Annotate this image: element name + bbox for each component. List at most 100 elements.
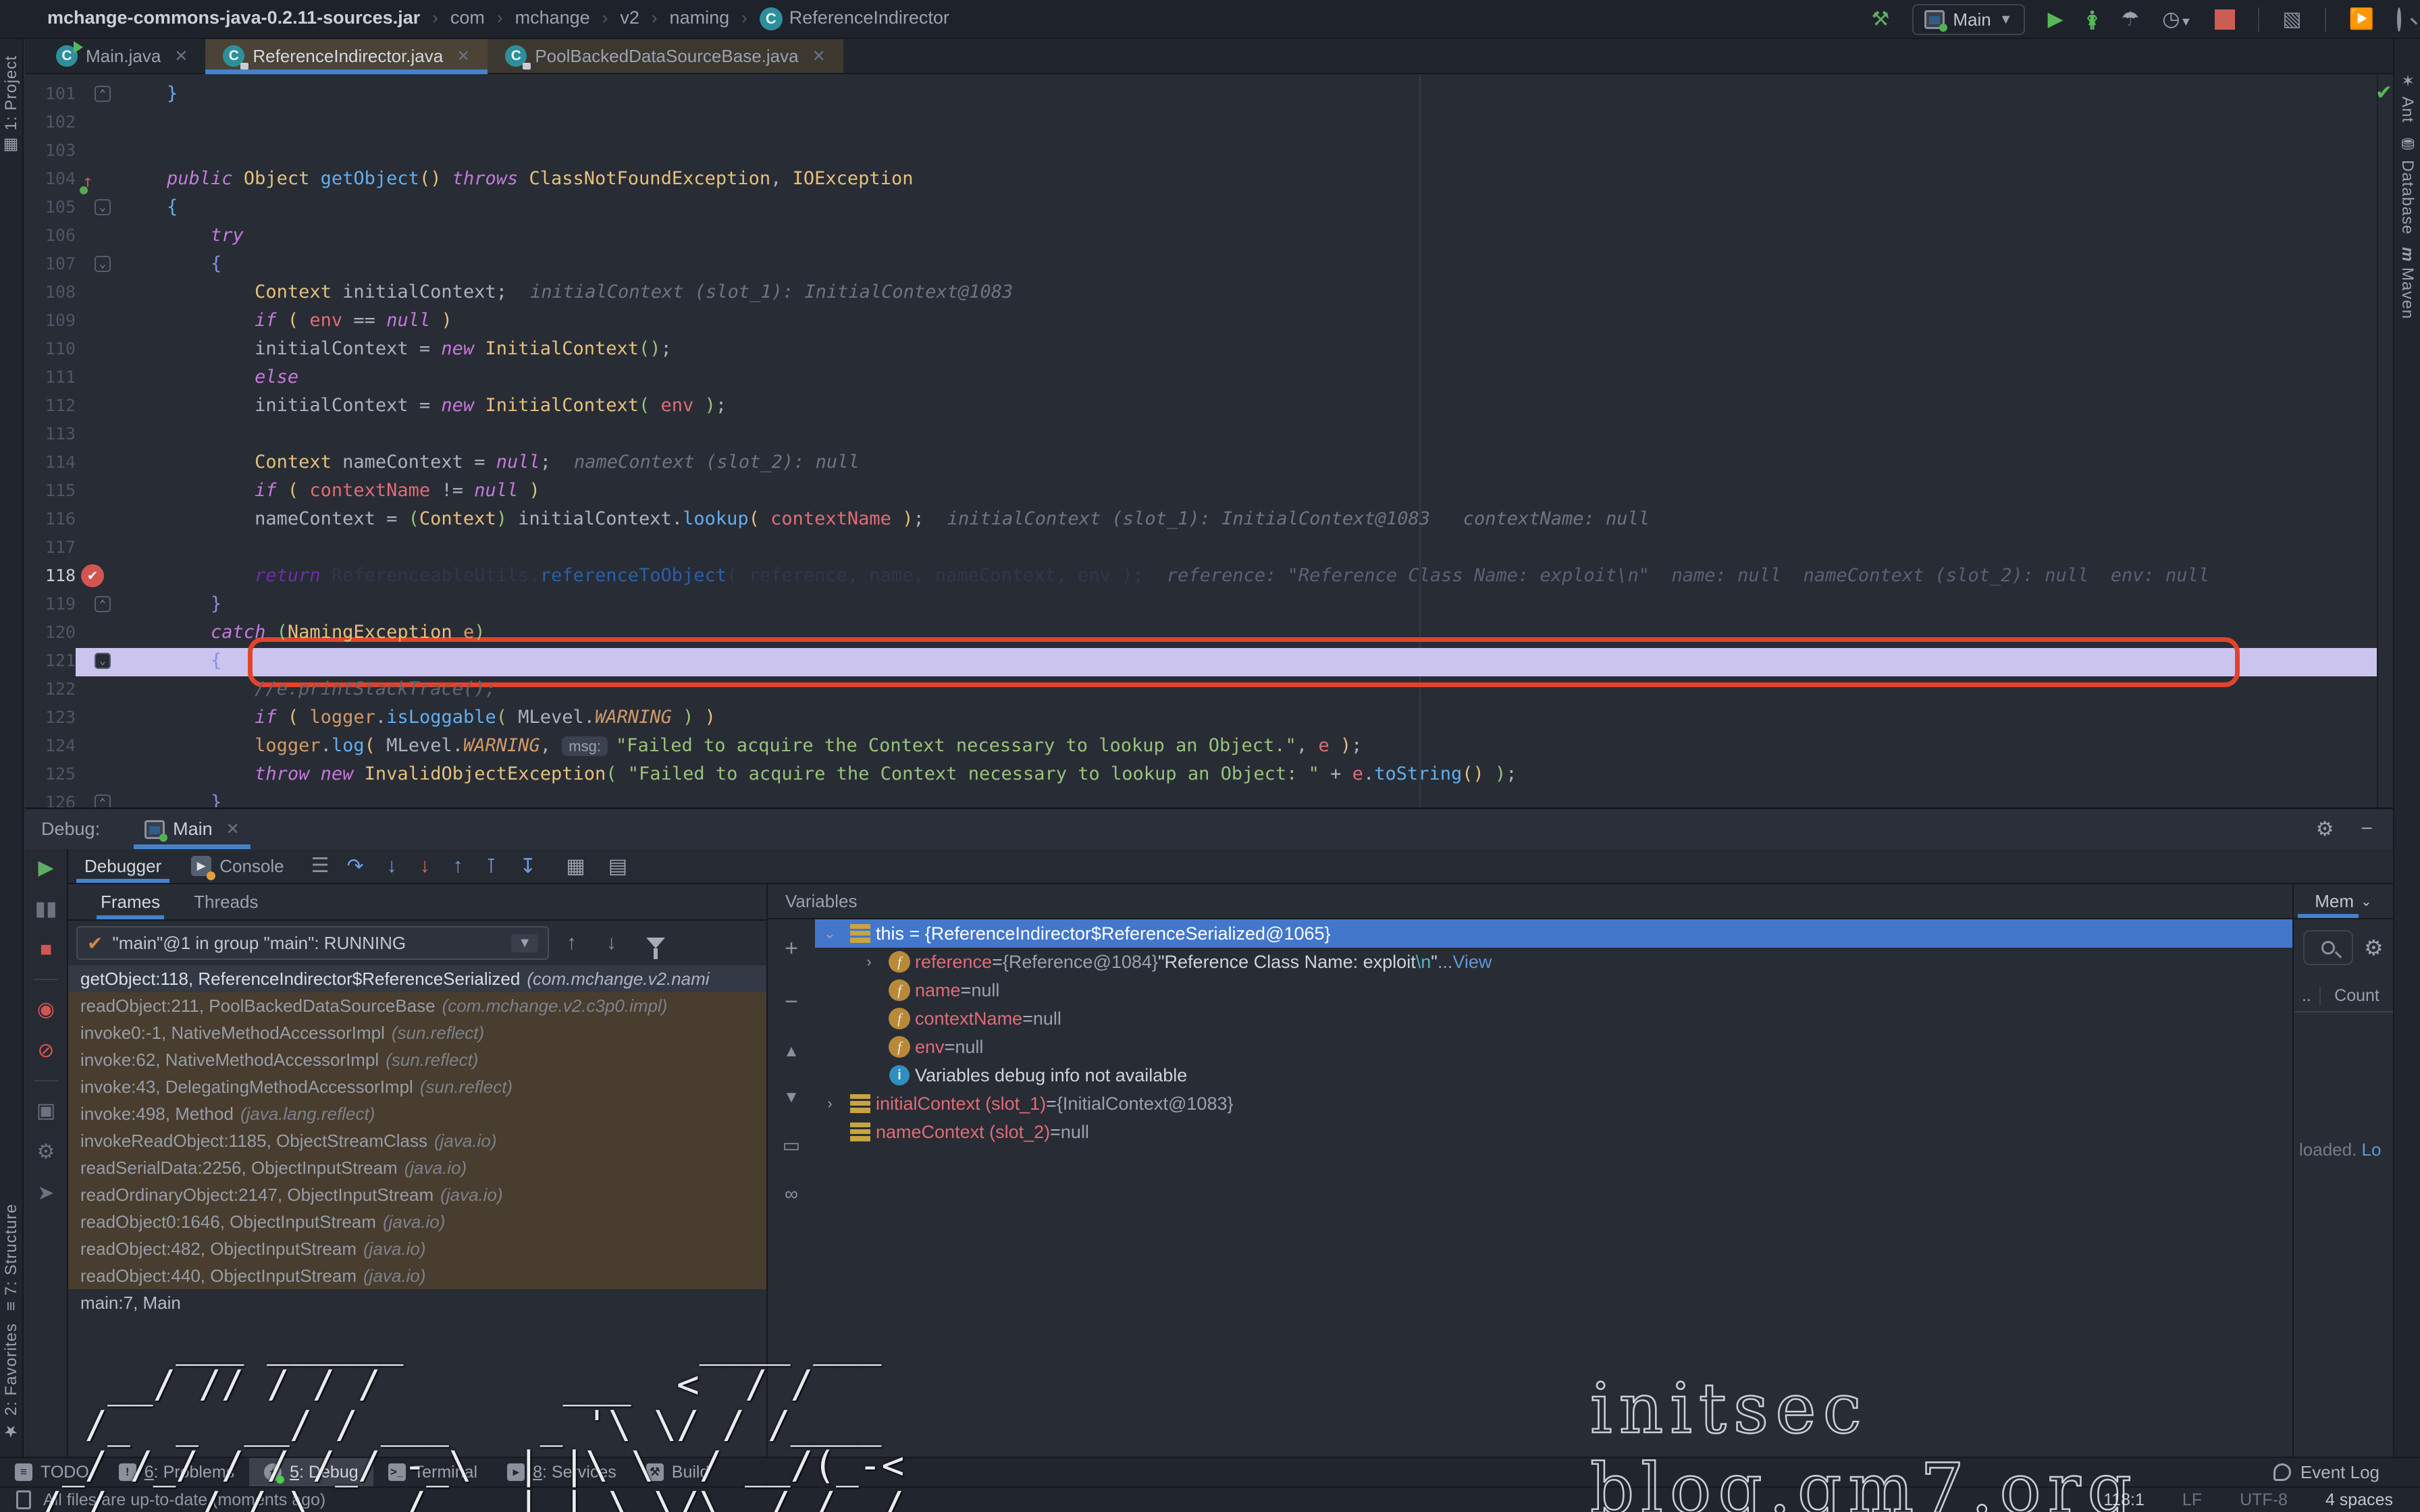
pin-icon[interactable]: ➤	[37, 1181, 54, 1205]
close-icon[interactable]: ✕	[226, 819, 240, 839]
step-over-icon[interactable]: ↷	[347, 855, 364, 878]
code-line[interactable]: 108 Context initialContext;initialContex…	[25, 278, 2377, 306]
code-line[interactable]: 107⌄ {	[25, 250, 2377, 278]
evaluate-expression-icon[interactable]: ▦	[566, 855, 585, 878]
move-up-icon[interactable]: ▲	[783, 1042, 799, 1061]
drop-frame-icon[interactable]: ⊺	[486, 855, 497, 878]
tab-debugger[interactable]: Debugger	[70, 849, 176, 883]
code-line[interactable]: 126⌃ }	[25, 788, 2377, 807]
code-line[interactable]: 112 initialContext = new InitialContext(…	[25, 392, 2377, 420]
toolwindow-button-debug[interactable]: ٭5: Debug	[249, 1458, 373, 1486]
editor-tab[interactable]: CReferenceIndirector.java✕	[205, 39, 488, 73]
code-line[interactable]: 117	[25, 533, 2377, 562]
code-line[interactable]: 124 logger.log( MLevel.WARNING, msg:"Fai…	[25, 732, 2377, 760]
force-step-into-icon[interactable]: ↓	[420, 855, 430, 878]
code-line[interactable]: 109 if ( env == null )	[25, 306, 2377, 335]
inspections-ok-icon[interactable]: ✔	[2375, 81, 2392, 105]
tab-frames[interactable]: Frames	[101, 884, 160, 919]
profiler-button[interactable]: ◷▼	[2162, 9, 2192, 30]
resume-icon[interactable]: ▶	[38, 856, 53, 880]
breadcrumb-item[interactable]: mchange	[515, 7, 590, 28]
debug-settings-gear-icon[interactable]: ⚙	[37, 1140, 55, 1164]
sidebar-item-project[interactable]: ▦1: Project	[2, 55, 21, 155]
move-down-icon[interactable]: ▼	[783, 1088, 799, 1107]
code-line[interactable]: 104↑ public Object getObject() throws Cl…	[25, 165, 2377, 193]
memory-tab[interactable]: Mem ⌄	[2294, 884, 2393, 919]
stop-icon[interactable]: ■	[40, 938, 52, 961]
thread-dump-camera-icon[interactable]: ▣	[36, 1099, 55, 1123]
run-to-cursor-icon[interactable]: ↧	[519, 855, 536, 878]
code-line[interactable]: 102	[25, 108, 2377, 136]
coverage-button[interactable]: ☂	[2121, 9, 2139, 30]
stack-frame-row[interactable]: readObject0:1646, ObjectInputStream (jav…	[68, 1208, 766, 1235]
debug-button[interactable]: 🛊	[2086, 9, 2099, 30]
expander-icon[interactable]: ›	[815, 1095, 845, 1112]
breadcrumb-item[interactable]: ReferenceIndirector	[789, 7, 949, 28]
step-out-icon[interactable]: ↑	[453, 855, 463, 878]
variable-row[interactable]: nameContext (slot_2) = null	[815, 1118, 2292, 1146]
fold-marker-icon[interactable]: ⌃	[95, 794, 111, 807]
run-button[interactable]: ▶	[2048, 9, 2063, 30]
close-icon[interactable]: ✕	[812, 47, 826, 66]
variable-row[interactable]: iVariables debug info not available	[815, 1061, 2292, 1089]
breadcrumb-item[interactable]: mchange-commons-java-0.2.11-sources.jar	[47, 7, 420, 28]
code-line[interactable]: 121⌄ {	[25, 647, 2377, 675]
view-breakpoints-icon[interactable]: ◉	[37, 998, 55, 1021]
layout-settings-icon[interactable]: ☰	[311, 856, 330, 876]
status-item-lf[interactable]: LF	[2182, 1490, 2202, 1510]
toolwindow-button-build[interactable]: ⚒Build	[631, 1458, 725, 1486]
run-config-select[interactable]: Main ▼	[1912, 4, 2024, 35]
memory-settings-icon[interactable]: ⚙	[2364, 935, 2384, 961]
stack-frame-row[interactable]: readObject:482, ObjectInputStream (java.…	[68, 1235, 766, 1262]
variable-row[interactable]: fcontextName = null	[815, 1004, 2292, 1033]
hide-frames-filter-icon[interactable]	[646, 938, 665, 948]
stack-frame-row[interactable]: getObject:118, ReferenceIndirector$Refer…	[68, 965, 766, 992]
stop-button[interactable]	[2215, 9, 2235, 30]
stack-frame-row[interactable]: invoke:62, NativeMethodAccessorImpl (sun…	[68, 1046, 766, 1073]
code-line[interactable]: 111 else	[25, 363, 2377, 392]
stack-frame-row[interactable]: main:7, Main	[68, 1289, 766, 1316]
breadcrumb-item[interactable]: v2	[620, 7, 639, 28]
variable-row[interactable]: fname = null	[815, 976, 2292, 1004]
settings-gear-icon[interactable]: ⚙	[2316, 817, 2334, 841]
editor-tab[interactable]: CPoolBackedDataSourceBase.java✕	[488, 39, 843, 73]
code-line[interactable]: 120 catch (NamingException e)	[25, 618, 2377, 647]
build-hammer-icon[interactable]: ⚒	[1871, 9, 1889, 30]
hide-panel-icon[interactable]: −	[2361, 817, 2373, 841]
code-line[interactable]: 105⌄ {	[25, 193, 2377, 221]
stack-frame-row[interactable]: readObject:440, ObjectInputStream (java.…	[68, 1262, 766, 1289]
variable-row[interactable]: fenv = null	[815, 1033, 2292, 1061]
sidebar-item-favorites[interactable]: ★2: Favorites	[2, 1323, 21, 1440]
editor-tab[interactable]: CMain.java✕	[38, 39, 205, 73]
breakpoint-icon[interactable]: ✔	[81, 564, 104, 587]
prev-frame-icon[interactable]: ↑	[567, 932, 577, 954]
sidebar-item-maven[interactable]: mMaven	[2398, 247, 2417, 319]
code-editor[interactable]: 101⌃ }102103104↑ public Object getObject…	[25, 74, 2377, 807]
variable-row[interactable]: ›initialContext (slot_1) = {InitialConte…	[815, 1089, 2292, 1118]
breadcrumb-item[interactable]: com	[450, 7, 485, 28]
tab-threads[interactable]: Threads	[194, 884, 258, 919]
show-watches-icon[interactable]: ∞	[785, 1183, 798, 1205]
stack-frame-row[interactable]: readSerialData:2256, ObjectInputStream (…	[68, 1154, 766, 1181]
code-line[interactable]: 114 Context nameContext = null;nameConte…	[25, 448, 2377, 477]
close-icon[interactable]: ✕	[456, 47, 470, 66]
stack-frame-row[interactable]: readObject:211, PoolBackedDataSourceBase…	[68, 992, 766, 1019]
status-item-4spaces[interactable]: 4 spaces	[2325, 1490, 2393, 1510]
pause-icon[interactable]: ▮▮	[34, 897, 57, 921]
tab-console[interactable]: ▶Console	[176, 849, 298, 883]
stack-frame-row[interactable]: invoke:43, DelegatingMethodAccessorImpl …	[68, 1073, 766, 1100]
fold-marker-icon[interactable]: ⌄	[95, 199, 111, 215]
code-line[interactable]: 122 //e.printStackTrace();	[25, 675, 2377, 703]
expander-icon[interactable]: ⌄	[815, 925, 845, 942]
restore-layout-icon[interactable]: ▤	[608, 855, 627, 878]
code-line[interactable]: 125 throw new InvalidObjectException( "F…	[25, 760, 2377, 788]
toolwindow-button-todo[interactable]: ≡TODO	[0, 1458, 104, 1486]
code-line[interactable]: 110 initialContext = new InitialContext(…	[25, 335, 2377, 363]
sidebar-item-ant[interactable]: ✶Ant	[2398, 72, 2417, 123]
fold-marker-icon[interactable]: ⌃	[95, 86, 111, 102]
memory-search-input[interactable]	[2303, 930, 2353, 965]
mute-breakpoints-icon[interactable]: ⊘	[37, 1039, 54, 1062]
project-structure-icon[interactable]: ▧	[2282, 9, 2301, 30]
code-line[interactable]: 116 nameContext = (Context) initialConte…	[25, 505, 2377, 533]
fold-marker-icon[interactable]: ⌃	[95, 596, 111, 612]
